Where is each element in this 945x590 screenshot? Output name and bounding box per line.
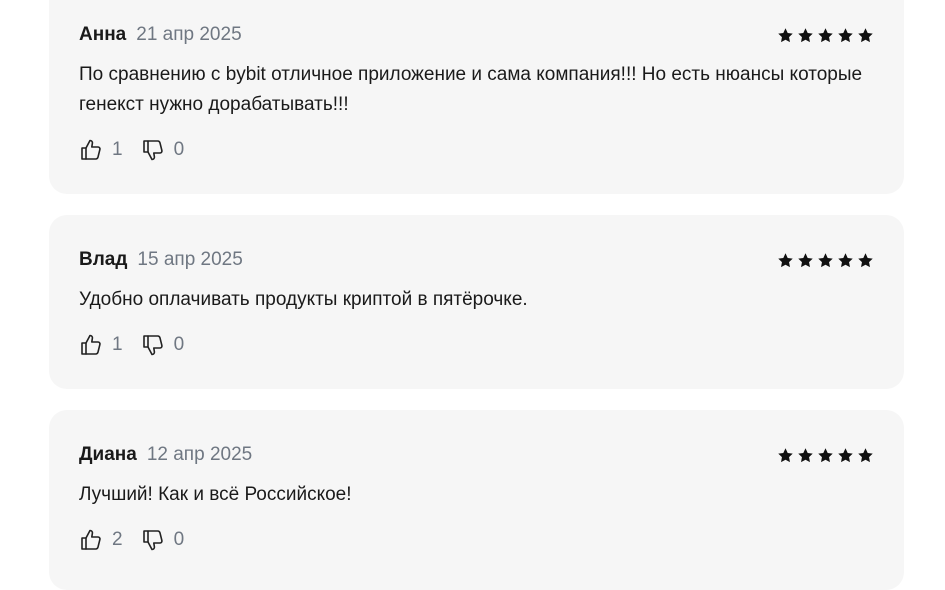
like-button[interactable]: 2	[79, 528, 123, 552]
like-button[interactable]: 1	[79, 138, 123, 162]
thumbs-up-icon	[81, 139, 101, 160]
star-icon	[778, 447, 793, 462]
star-icon	[858, 447, 873, 462]
star-icon	[798, 252, 813, 267]
dislike-button[interactable]: 0	[141, 528, 185, 552]
review-header: Влад 15 апр 2025	[79, 248, 874, 272]
star-icon	[858, 27, 873, 42]
review-rating	[777, 447, 874, 464]
star-icon	[858, 252, 873, 267]
review-header: Диана 12 апр 2025	[79, 443, 874, 467]
like-button[interactable]: 1	[79, 333, 123, 357]
review-rating	[777, 252, 874, 269]
star-icon	[818, 447, 833, 462]
review-card: Диана 12 апр 2025 Лучший! Как и всё Росс…	[49, 410, 904, 590]
star-icon	[838, 252, 853, 267]
dislike-count: 0	[173, 529, 185, 550]
thumbs-up-icon	[81, 334, 101, 355]
review-rating	[777, 27, 874, 44]
review-date: 15 апр 2025	[137, 249, 243, 270]
review-author: Влад	[79, 249, 128, 270]
star-icon	[798, 447, 813, 462]
star-icon	[838, 27, 853, 42]
like-count: 2	[112, 529, 123, 550]
like-count: 1	[112, 334, 123, 355]
review-votes: 1 0	[79, 332, 202, 358]
star-icon	[778, 27, 793, 42]
review-votes: 1 0	[79, 137, 202, 163]
review-header: Анна 21 апр 2025	[79, 23, 874, 47]
star-icon	[818, 252, 833, 267]
review-text: По сравнению с bybit отличное приложение…	[79, 64, 863, 115]
star-icon	[778, 252, 793, 267]
review-card: Влад 15 апр 2025 Удобно оплачивать проду…	[49, 215, 904, 389]
review-votes: 2 0	[79, 527, 202, 553]
thumbs-down-icon	[142, 140, 163, 161]
review-date: 12 апр 2025	[146, 444, 253, 465]
review-author: Диана	[79, 444, 137, 465]
star-icon	[818, 27, 833, 42]
review-text: Лучший! Как и всё Российское!	[79, 484, 352, 505]
thumbs-down-icon	[142, 335, 163, 356]
star-icon	[798, 27, 813, 42]
review-card: Анна 21 апр 2025 По сравнению с bybit от…	[49, 0, 904, 194]
review-author: Анна	[79, 24, 127, 45]
like-count: 1	[112, 139, 123, 160]
star-icon	[838, 447, 853, 462]
review-date: 21 апр 2025	[136, 24, 242, 45]
dislike-button[interactable]: 0	[141, 138, 185, 162]
dislike-count: 0	[173, 334, 185, 355]
dislike-count: 0	[173, 139, 185, 160]
dislike-button[interactable]: 0	[141, 333, 185, 357]
review-text: Удобно оплачивать продукты криптой в пят…	[79, 289, 528, 310]
thumbs-down-icon	[142, 530, 163, 551]
thumbs-up-icon	[81, 529, 101, 550]
